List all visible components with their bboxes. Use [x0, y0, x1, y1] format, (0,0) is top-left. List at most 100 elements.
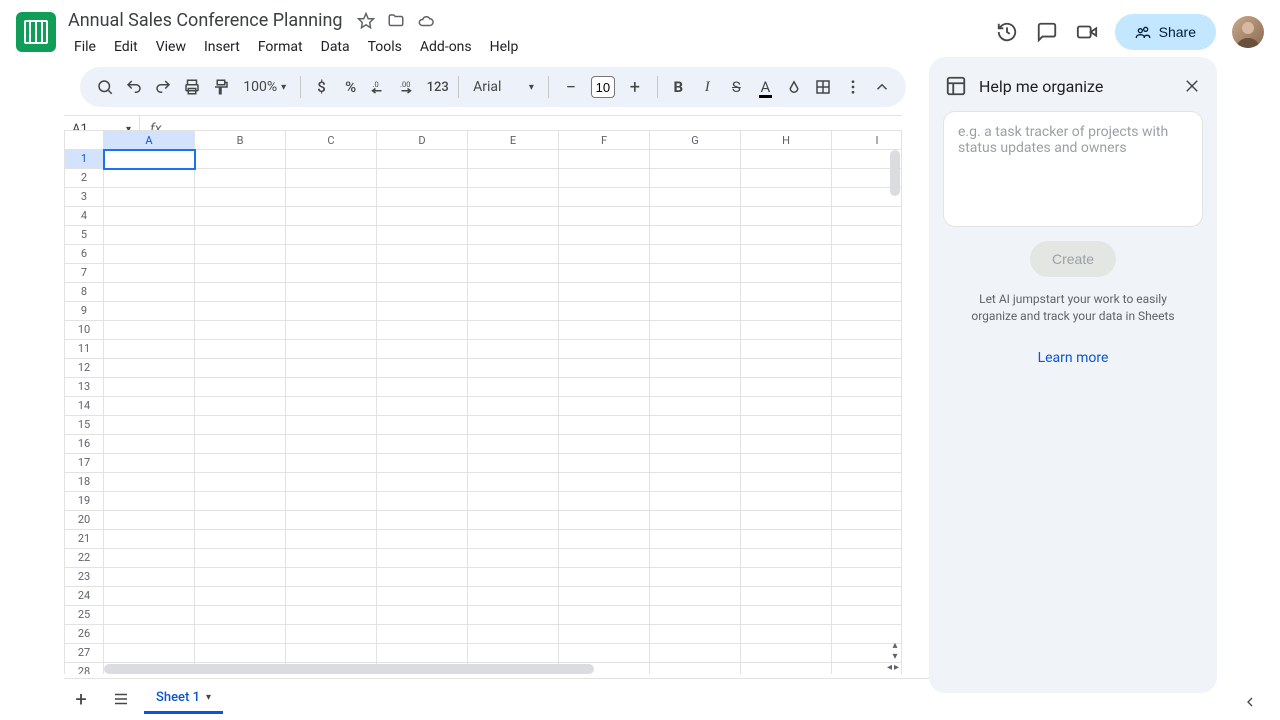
cell[interactable]: [650, 150, 741, 169]
cell[interactable]: [195, 321, 286, 340]
cell[interactable]: [377, 245, 468, 264]
cell[interactable]: [377, 549, 468, 568]
cell[interactable]: [195, 473, 286, 492]
cell[interactable]: [104, 264, 195, 283]
increase-decimal-icon[interactable]: .00: [396, 73, 421, 101]
cell[interactable]: [650, 321, 741, 340]
document-title[interactable]: Annual Sales Conference Planning: [66, 8, 345, 33]
cell[interactable]: [377, 587, 468, 606]
vertical-scrollbar[interactable]: [890, 150, 900, 196]
cell[interactable]: [741, 169, 832, 188]
cell[interactable]: [650, 625, 741, 644]
cell[interactable]: [377, 226, 468, 245]
cell[interactable]: [741, 302, 832, 321]
column-header[interactable]: E: [468, 130, 559, 150]
cell[interactable]: [377, 473, 468, 492]
cell[interactable]: [741, 454, 832, 473]
cell[interactable]: [468, 207, 559, 226]
side-panel-collapse-icon[interactable]: [1242, 694, 1258, 710]
zoom-select[interactable]: 100% ▾: [237, 79, 292, 95]
cell[interactable]: [377, 264, 468, 283]
cell[interactable]: [104, 435, 195, 454]
cell[interactable]: [286, 245, 377, 264]
decrease-font-icon[interactable]: −: [557, 73, 585, 101]
cell[interactable]: [195, 549, 286, 568]
cell[interactable]: [377, 340, 468, 359]
cell[interactable]: [104, 416, 195, 435]
menu-help[interactable]: Help: [482, 35, 527, 59]
cell[interactable]: [650, 511, 741, 530]
cell[interactable]: [195, 435, 286, 454]
cell[interactable]: [104, 644, 195, 663]
row-header[interactable]: 16: [64, 435, 104, 454]
cell[interactable]: [377, 625, 468, 644]
cell[interactable]: [195, 492, 286, 511]
cell[interactable]: [559, 625, 650, 644]
cell[interactable]: [195, 302, 286, 321]
row-header[interactable]: 9: [64, 302, 104, 321]
cell[interactable]: [650, 473, 741, 492]
cell[interactable]: [286, 454, 377, 473]
cell[interactable]: [286, 340, 377, 359]
cell[interactable]: [468, 549, 559, 568]
cell[interactable]: [104, 454, 195, 473]
cell[interactable]: [741, 511, 832, 530]
cell[interactable]: [104, 511, 195, 530]
cell[interactable]: [650, 188, 741, 207]
row-header[interactable]: 7: [64, 264, 104, 283]
move-folder-icon[interactable]: [387, 12, 405, 30]
add-sheet-icon[interactable]: +: [64, 682, 98, 716]
text-color-icon[interactable]: A: [753, 73, 778, 101]
row-header[interactable]: 14: [64, 397, 104, 416]
cell[interactable]: [741, 226, 832, 245]
cell[interactable]: [559, 150, 650, 169]
cell[interactable]: [741, 644, 832, 663]
cell[interactable]: [195, 150, 286, 169]
row-header[interactable]: 17: [64, 454, 104, 473]
more-toolbar-icon[interactable]: [840, 73, 865, 101]
learn-more-link[interactable]: Learn more: [1038, 350, 1109, 366]
cell[interactable]: [195, 340, 286, 359]
column-header[interactable]: C: [286, 130, 377, 150]
cell[interactable]: [195, 416, 286, 435]
cell[interactable]: [377, 207, 468, 226]
cell[interactable]: [377, 644, 468, 663]
cell[interactable]: [741, 321, 832, 340]
comments-icon[interactable]: [1035, 20, 1059, 44]
cell[interactable]: [650, 568, 741, 587]
column-header[interactable]: I: [832, 130, 902, 150]
cell[interactable]: [195, 378, 286, 397]
cell[interactable]: [468, 264, 559, 283]
cell[interactable]: [650, 492, 741, 511]
cell[interactable]: [195, 644, 286, 663]
cell[interactable]: [741, 587, 832, 606]
cell[interactable]: [559, 397, 650, 416]
borders-icon[interactable]: [811, 73, 836, 101]
cell[interactable]: [559, 245, 650, 264]
cell[interactable]: [195, 568, 286, 587]
scroll-left-icon[interactable]: ◂: [887, 662, 892, 673]
percent-icon[interactable]: %: [338, 73, 363, 101]
cell[interactable]: [195, 188, 286, 207]
cell[interactable]: [377, 568, 468, 587]
cell[interactable]: [559, 492, 650, 511]
organize-prompt-input[interactable]: [958, 124, 1188, 210]
row-header[interactable]: 12: [64, 359, 104, 378]
cell[interactable]: [741, 549, 832, 568]
cell[interactable]: [286, 378, 377, 397]
cell[interactable]: [650, 340, 741, 359]
cell[interactable]: [377, 416, 468, 435]
cell[interactable]: [104, 492, 195, 511]
cell[interactable]: [377, 359, 468, 378]
collapse-toolbar-icon[interactable]: [869, 73, 894, 101]
close-icon[interactable]: [1183, 77, 1201, 95]
sheets-app-icon[interactable]: [16, 12, 56, 52]
cell[interactable]: [286, 492, 377, 511]
cell[interactable]: [650, 435, 741, 454]
column-header[interactable]: G: [650, 130, 741, 150]
cell[interactable]: [650, 397, 741, 416]
cell[interactable]: [286, 283, 377, 302]
cell[interactable]: [559, 340, 650, 359]
cell[interactable]: [286, 188, 377, 207]
cell[interactable]: [741, 435, 832, 454]
